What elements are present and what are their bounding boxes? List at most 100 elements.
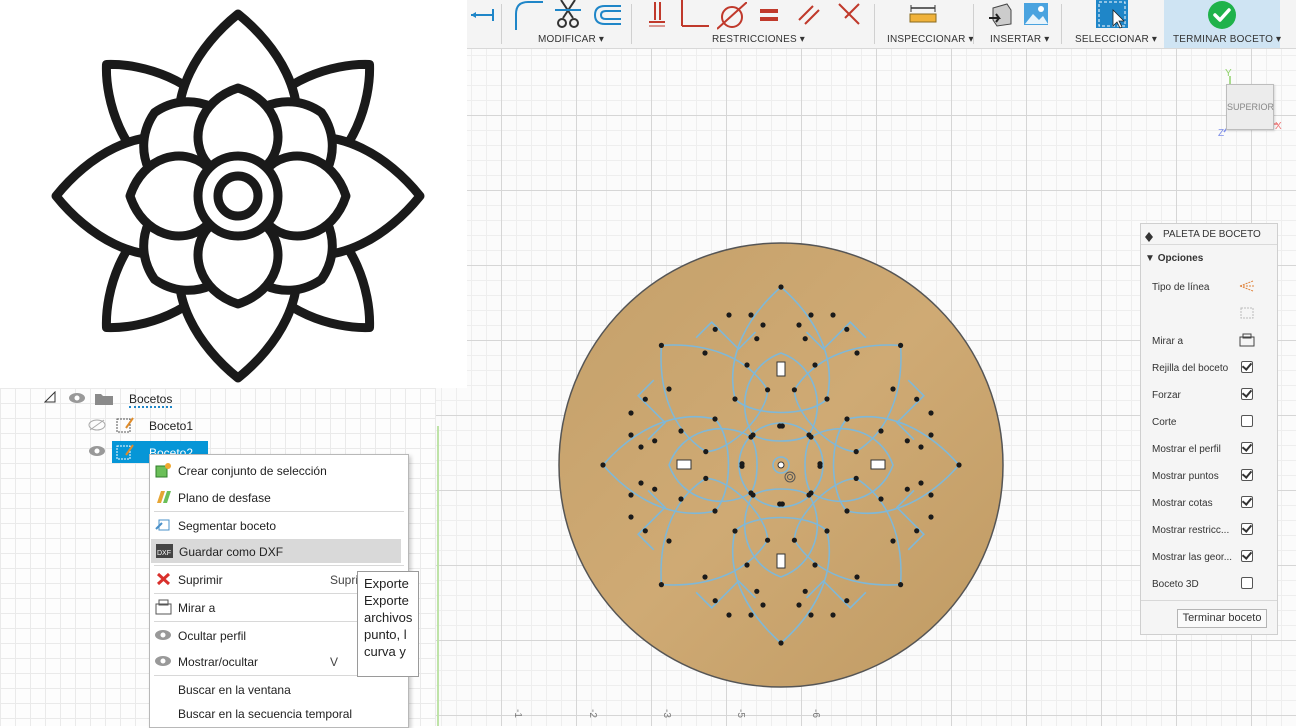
sketch-point[interactable] bbox=[703, 449, 709, 455]
insert-derive-icon[interactable] bbox=[987, 2, 1013, 28]
sketch-point[interactable] bbox=[702, 574, 708, 580]
sketch-point[interactable] bbox=[628, 514, 634, 520]
sketch-point[interactable] bbox=[642, 396, 648, 402]
sketch-point[interactable] bbox=[652, 486, 658, 492]
checkbox[interactable] bbox=[1241, 496, 1253, 508]
sketch-point[interactable] bbox=[666, 538, 672, 544]
sketch-point[interactable] bbox=[678, 428, 684, 434]
menu-item-find-in-timeline[interactable]: Buscar en la secuencia temporal bbox=[150, 701, 408, 725]
browser-folder-sketches[interactable]: Bocetos bbox=[40, 388, 220, 412]
palette-section-options[interactable]: ▼ Opciones bbox=[1145, 253, 1203, 264]
constraint-glyph[interactable] bbox=[776, 553, 786, 569]
palette-row-show-geometry[interactable]: Mostrar las geor... bbox=[1141, 544, 1277, 571]
sketch-point[interactable] bbox=[642, 528, 648, 534]
linetype-icon[interactable] bbox=[1239, 279, 1255, 296]
palette-row-show-points[interactable]: Mostrar puntos bbox=[1141, 463, 1277, 490]
sketch-point[interactable] bbox=[802, 336, 808, 342]
measure-icon[interactable] bbox=[909, 4, 937, 24]
sketch-point[interactable] bbox=[878, 428, 884, 434]
sketch-point[interactable] bbox=[628, 492, 634, 498]
sketch-point[interactable] bbox=[628, 432, 634, 438]
sketch-point[interactable] bbox=[928, 432, 934, 438]
sketch-point[interactable] bbox=[890, 386, 896, 392]
insert-menu[interactable]: INSERTAR ▾ bbox=[990, 34, 1049, 45]
sketch-point[interactable] bbox=[748, 612, 754, 618]
sketch-point[interactable] bbox=[748, 434, 754, 440]
palette-row-construction[interactable] bbox=[1141, 301, 1277, 328]
select-cursor-icon[interactable] bbox=[1095, 0, 1129, 30]
sketch-point[interactable] bbox=[824, 528, 830, 534]
equal-icon[interactable] bbox=[759, 8, 779, 22]
collapse-diamond-icon[interactable] bbox=[1145, 229, 1153, 247]
sketch-geometry[interactable] bbox=[557, 241, 1005, 689]
checkbox[interactable] bbox=[1241, 361, 1253, 373]
sketch-point[interactable] bbox=[806, 492, 812, 498]
sketch-point[interactable] bbox=[732, 528, 738, 534]
sketch-point[interactable] bbox=[898, 582, 904, 588]
offset-icon[interactable] bbox=[593, 4, 623, 26]
sketch-point[interactable] bbox=[638, 480, 644, 486]
fillet-icon[interactable] bbox=[513, 0, 543, 30]
palette-header[interactable]: PALETA DE BOCETO bbox=[1141, 224, 1277, 245]
sketch-point[interactable] bbox=[904, 438, 910, 444]
palette-row-show-constraints[interactable]: Mostrar restricc... bbox=[1141, 517, 1277, 544]
view-cube[interactable]: SUPERIOR bbox=[1226, 84, 1274, 130]
constraint-glyph[interactable] bbox=[676, 459, 692, 470]
sketch-point[interactable] bbox=[658, 582, 664, 588]
checkbox[interactable] bbox=[1241, 523, 1253, 535]
sketch-point[interactable] bbox=[956, 462, 962, 468]
sketch-point[interactable] bbox=[844, 416, 850, 422]
sketch-point[interactable] bbox=[853, 475, 859, 481]
horizontal-vertical-icon[interactable] bbox=[647, 2, 667, 28]
palette-finish-sketch-button[interactable]: Terminar boceto bbox=[1177, 609, 1267, 628]
sketch-point[interactable] bbox=[824, 396, 830, 402]
sketch-point[interactable] bbox=[748, 490, 754, 496]
sketch-point[interactable] bbox=[765, 537, 771, 543]
checkbox[interactable] bbox=[1241, 469, 1253, 481]
perpendicular-icon[interactable] bbox=[679, 0, 709, 28]
sketch-point[interactable] bbox=[844, 326, 850, 332]
sketch-point[interactable] bbox=[702, 350, 708, 356]
checkbox[interactable] bbox=[1241, 415, 1253, 427]
sketch-point[interactable] bbox=[918, 444, 924, 450]
eye-icon[interactable] bbox=[88, 445, 106, 460]
checkbox[interactable] bbox=[1241, 442, 1253, 454]
sketch-point[interactable] bbox=[778, 640, 784, 646]
finish-sketch-button[interactable]: TERMINAR BOCETO ▾ bbox=[1164, 0, 1281, 48]
sketch-point[interactable] bbox=[802, 588, 808, 594]
sketch-point[interactable] bbox=[812, 562, 818, 568]
checkbox[interactable] bbox=[1241, 388, 1253, 400]
sketch-point[interactable] bbox=[890, 538, 896, 544]
trim-scissors-icon[interactable] bbox=[555, 0, 581, 30]
sketch-point[interactable] bbox=[904, 486, 910, 492]
sketch-point[interactable] bbox=[878, 496, 884, 502]
sketch-point[interactable] bbox=[652, 438, 658, 444]
browser-item-boceto1[interactable]: Boceto1 bbox=[86, 414, 226, 438]
sketch-point[interactable] bbox=[712, 326, 718, 332]
constraint-glyph[interactable] bbox=[776, 361, 786, 377]
palette-row-snap[interactable]: Forzar bbox=[1141, 382, 1277, 409]
look-at-icon[interactable] bbox=[1239, 333, 1255, 350]
palette-row-slice[interactable]: Corte bbox=[1141, 409, 1277, 436]
sketch-point[interactable] bbox=[914, 528, 920, 534]
sketch-point[interactable] bbox=[754, 336, 760, 342]
sketch-point[interactable] bbox=[791, 537, 797, 543]
menu-item-break-sketch[interactable]: Segmentar boceto bbox=[150, 513, 408, 537]
modify-menu[interactable]: MODIFICAR ▾ bbox=[538, 34, 604, 45]
sketch-point[interactable] bbox=[748, 312, 754, 318]
checkbox[interactable] bbox=[1241, 577, 1253, 589]
sketch-point[interactable] bbox=[812, 362, 818, 368]
sketch-point[interactable] bbox=[726, 312, 732, 318]
sketch-point[interactable] bbox=[777, 501, 783, 507]
dimension-icon[interactable] bbox=[469, 8, 495, 22]
sketch-point[interactable] bbox=[844, 598, 850, 604]
sketch-point[interactable] bbox=[678, 496, 684, 502]
sketch-point[interactable] bbox=[928, 514, 934, 520]
palette-row-3d-sketch[interactable]: Boceto 3D bbox=[1141, 571, 1277, 598]
constraints-menu[interactable]: RESTRICCIONES ▾ bbox=[712, 34, 805, 45]
sketch-point[interactable] bbox=[765, 387, 771, 393]
sketch-point[interactable] bbox=[817, 463, 823, 469]
insert-image-icon[interactable] bbox=[1023, 2, 1049, 26]
sketch-point[interactable] bbox=[808, 312, 814, 318]
collapse-triangle-icon[interactable] bbox=[43, 390, 56, 406]
